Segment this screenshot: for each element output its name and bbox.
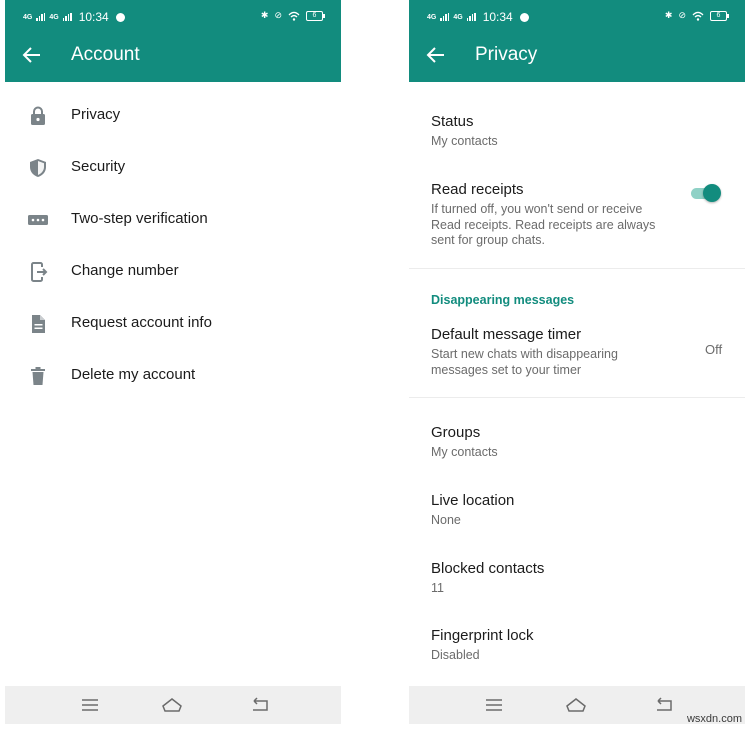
divider: [409, 268, 745, 269]
status-bar: 4G 4G 10:34 ✱ ⊘ 6: [5, 0, 341, 30]
watermark: wsxdn.com: [686, 713, 742, 725]
back-arrow-icon[interactable]: [425, 44, 447, 66]
app-bar: 4G 4G 10:34 ✱ ⊘ 6 Account: [5, 0, 341, 82]
status-bar: 4G 4G 10:34 ✱ ⊘ 6: [409, 0, 745, 30]
blocked-contacts-row[interactable]: Blocked contacts 11: [431, 560, 731, 597]
wifi-icon: [288, 11, 300, 21]
home-icon[interactable]: [565, 695, 587, 715]
section-header: Disappearing messages: [431, 293, 575, 307]
groups-row[interactable]: Groups My contacts: [431, 424, 731, 461]
signal-icon: [36, 13, 46, 21]
account-item-security[interactable]: Security: [5, 142, 341, 194]
toggle-knob: [703, 184, 721, 202]
divider: [409, 397, 745, 398]
account-item-label: Request account info: [71, 314, 212, 331]
account-item-two-step[interactable]: Two-step verification: [5, 194, 341, 246]
battery-icon: 6: [306, 10, 325, 21]
signal-icon: [62, 13, 72, 21]
lock-icon: [31, 106, 45, 125]
account-item-label: Security: [71, 158, 126, 175]
chat-notification-icon: [115, 12, 125, 22]
network-label-2: 4G: [453, 13, 463, 21]
network-label: 4G: [23, 13, 33, 21]
live-location-row[interactable]: Live location None: [431, 492, 731, 529]
account-item-label: Delete my account: [71, 366, 196, 383]
row-value: My contacts: [431, 445, 498, 459]
row-value: None: [431, 513, 461, 527]
network-label: 4G: [427, 13, 437, 21]
account-item-request-info[interactable]: Request account info: [5, 298, 341, 350]
signal-icon: [466, 13, 476, 21]
dots-icon: [28, 215, 48, 225]
trash-icon: [31, 367, 45, 385]
account-item-label: Two-step verification: [71, 210, 208, 227]
account-item-change-number[interactable]: Change number: [5, 246, 341, 298]
account-item-label: Change number: [71, 262, 179, 279]
document-icon: [32, 315, 45, 333]
back-nav-icon[interactable]: [249, 695, 271, 715]
bluetooth-icon: ✱: [664, 10, 673, 20]
timer-value: Off: [705, 342, 723, 357]
back-arrow-icon[interactable]: [21, 44, 43, 66]
account-screen: 4G 4G 10:34 ✱ ⊘ 6 Account Privacy Securi…: [5, 0, 341, 731]
row-title: Live location: [431, 492, 515, 509]
privacy-screen: 4G 4G 10:34 ✱ ⊘ 6 Privacy Status My cont…: [409, 0, 745, 731]
app-bar: 4G 4G 10:34 ✱ ⊘ 6 Privacy: [409, 0, 745, 82]
system-nav-bar: [5, 686, 341, 724]
privacy-status-row[interactable]: Status My contacts: [431, 113, 731, 150]
clock: 10:34: [482, 10, 513, 24]
menu-icon[interactable]: [483, 695, 505, 715]
row-description: Start new chats with disappearing messag…: [431, 347, 618, 377]
signal-icon: [440, 13, 450, 21]
wifi-icon: [692, 11, 704, 21]
account-item-label: Privacy: [71, 106, 121, 123]
account-item-privacy[interactable]: Privacy: [5, 90, 341, 142]
row-title: Groups: [431, 424, 481, 441]
row-description: If turned off, you won't send or receive…: [431, 202, 656, 247]
read-receipts-row[interactable]: Read receipts If turned off, you won't s…: [431, 181, 671, 249]
network-label-2: 4G: [49, 13, 59, 21]
phone-change-icon: [31, 262, 48, 282]
row-title: Fingerprint lock: [431, 627, 534, 644]
row-title: Blocked contacts: [431, 560, 545, 577]
row-value: Disabled: [431, 648, 480, 662]
bluetooth-icon: ✱: [260, 10, 269, 20]
account-item-delete[interactable]: Delete my account: [5, 350, 341, 402]
default-timer-row[interactable]: Default message timer Start new chats wi…: [431, 326, 671, 378]
row-title: Status: [431, 113, 474, 130]
clock: 10:34: [78, 10, 109, 24]
row-title: Default message timer: [431, 326, 582, 343]
row-value: My contacts: [431, 134, 498, 148]
row-value: 11: [431, 581, 444, 595]
chat-notification-icon: [519, 12, 529, 22]
fingerprint-lock-row[interactable]: Fingerprint lock Disabled: [431, 627, 731, 664]
account-settings-list: Privacy Security Two-step verification C…: [5, 90, 341, 402]
page-title: Account: [71, 44, 140, 65]
row-title: Read receipts: [431, 181, 524, 198]
mute-icon: ⊘: [678, 10, 686, 20]
read-receipts-toggle[interactable]: [691, 184, 721, 202]
battery-icon: 6: [710, 10, 729, 21]
back-nav-icon[interactable]: [653, 695, 675, 715]
page-title: Privacy: [475, 44, 538, 65]
home-icon[interactable]: [161, 695, 183, 715]
shield-icon: [30, 159, 46, 177]
mute-icon: ⊘: [274, 10, 282, 20]
menu-icon[interactable]: [79, 695, 101, 715]
